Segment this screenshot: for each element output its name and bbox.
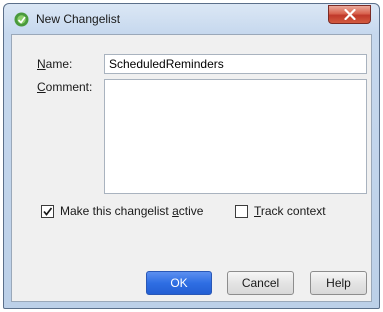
dialog-content: Name: ScheduledReminders Comment: Make t… (11, 34, 372, 302)
track-context-checkbox-row[interactable]: Track context (235, 202, 326, 220)
track-context-label: Track context (254, 204, 326, 218)
close-icon (344, 9, 356, 20)
make-active-checkbox[interactable] (41, 204, 54, 218)
name-field[interactable]: ScheduledReminders (104, 54, 367, 74)
comment-field[interactable] (104, 79, 367, 194)
checkmark-icon (43, 206, 53, 216)
ok-button[interactable]: OK (146, 271, 212, 295)
close-button[interactable] (328, 5, 371, 24)
comment-label: Comment: (37, 80, 93, 94)
android-studio-icon (14, 12, 29, 27)
window-title: New Changelist (36, 12, 121, 26)
new-changelist-dialog: New Changelist Name: ScheduledReminders … (3, 3, 380, 309)
make-active-label: Make this changelist active (60, 204, 204, 218)
help-button[interactable]: Help (310, 271, 367, 295)
name-label: Name: (37, 57, 73, 71)
title-bar[interactable]: New Changelist (4, 4, 379, 34)
make-active-checkbox-row[interactable]: Make this changelist active (41, 202, 203, 220)
track-context-checkbox[interactable] (235, 204, 248, 218)
cancel-button[interactable]: Cancel (227, 271, 294, 295)
